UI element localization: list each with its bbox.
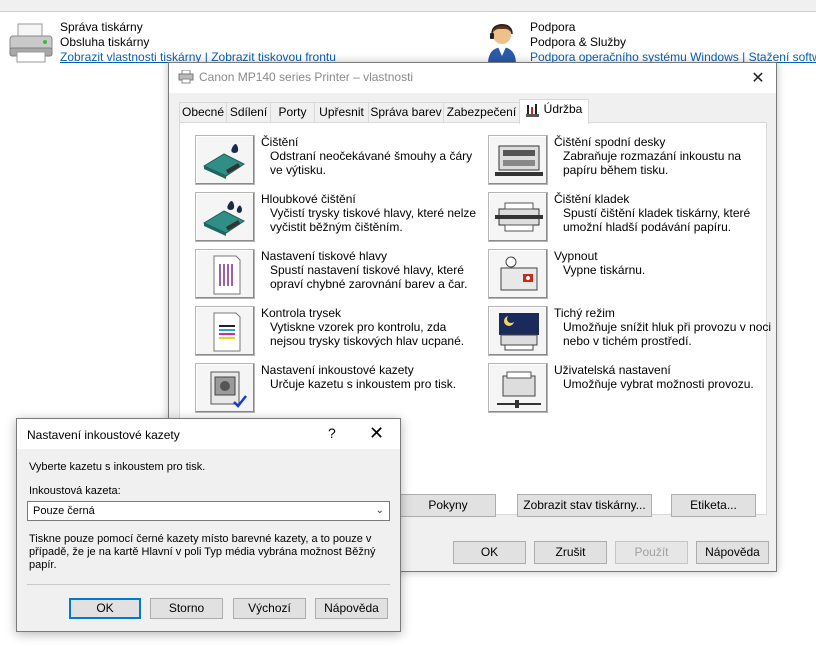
deep-cleaning-button[interactable]	[195, 192, 255, 242]
dialog-defaults-button[interactable]: Výchozí	[233, 598, 306, 619]
bottom-plate-cleaning-desc: Zabraňuje rozmazání inkoustu na papíru b…	[563, 149, 742, 177]
support-subtitle: Podpora & Služby	[530, 35, 627, 49]
window-title: Canon MP140 series Printer – vlastnosti	[199, 70, 414, 84]
dialog-divider	[27, 584, 390, 585]
custom-settings-button[interactable]	[488, 363, 548, 413]
view-printer-status-button[interactable]: Zobrazit stav tiskárny...	[517, 494, 652, 517]
dialog-note: Tiskne pouze pomocí černé kazety místo b…	[29, 533, 376, 571]
printer-management-section: Správa tiskárny Obsluha tiskárny Zobrazi…	[60, 20, 336, 65]
printer-small-icon	[178, 69, 194, 84]
quiet-mode-button[interactable]	[488, 306, 548, 356]
custom-settings-desc: Umožňuje vybrat možnosti provozu.	[563, 377, 754, 391]
help-button[interactable]: Nápověda	[696, 541, 769, 564]
printer-management-subtitle: Obsluha tiskárny	[60, 35, 150, 49]
bottom-plate-cleaning-button[interactable]	[488, 135, 548, 185]
print-head-alignment-title: Nastavení tiskové hlavy	[261, 249, 388, 263]
printer-management-title: Správa tiskárny	[60, 20, 143, 34]
instructions-button[interactable]: Pokyny	[400, 494, 496, 517]
power-off-desc: Vypne tiskárnu.	[563, 263, 646, 277]
support-person-icon	[484, 20, 520, 64]
close-icon[interactable]: ✕	[369, 423, 384, 444]
tab-advanced[interactable]: Upřesnit	[314, 102, 369, 123]
ink-cartridge-dialog: Nastavení inkoustové kazety ? ✕ Vyberte …	[16, 418, 401, 632]
cleaning-icon	[202, 144, 245, 179]
ink-cartridge-field-label: Inkoustová kazeta:	[29, 485, 121, 497]
maintenance-tab-icon	[525, 103, 540, 117]
help-icon[interactable]: ?	[328, 425, 336, 441]
nozzle-check-button[interactable]	[195, 306, 255, 356]
chevron-down-icon: ⌄	[375, 505, 384, 516]
quiet-mode-icon	[499, 313, 539, 351]
tab-sharing[interactable]: Sdílení	[226, 102, 271, 123]
ink-cartridge-button[interactable]	[195, 363, 255, 413]
bottom-plate-cleaning-title: Čištění spodní desky	[554, 135, 666, 149]
apply-button[interactable]: Použít	[615, 541, 688, 564]
window-titlebar[interactable]: Canon MP140 series Printer – vlastnosti …	[169, 63, 776, 93]
tab-maintenance[interactable]: Údržba	[519, 99, 589, 124]
close-icon[interactable]: ✕	[750, 68, 766, 88]
cleaning-button[interactable]	[195, 135, 255, 185]
nozzle-check-icon	[213, 312, 241, 352]
custom-settings-icon	[497, 371, 541, 408]
bottom-plate-cleaning-icon	[495, 145, 543, 176]
dialog-cancel-button[interactable]: Storno	[150, 598, 223, 619]
roller-cleaning-button[interactable]	[488, 192, 548, 242]
cleaning-desc: Odstraní neočekávané šmouhy a čáry ve vý…	[270, 149, 473, 177]
cleaning-title: Čištění	[261, 135, 299, 149]
power-off-title: Vypnout	[554, 249, 598, 263]
dialog-help-button[interactable]: Nápověda	[315, 598, 388, 619]
tab-maintenance-label: Údržba	[543, 102, 583, 116]
cancel-button[interactable]: Zrušit	[534, 541, 607, 564]
tab-ports[interactable]: Porty	[270, 102, 315, 123]
deep-cleaning-icon	[202, 201, 245, 236]
roller-cleaning-icon	[495, 202, 543, 232]
power-off-button[interactable]	[488, 249, 548, 299]
ink-cartridge-select[interactable]: Pouze černá ⌄	[27, 501, 390, 521]
power-off-icon	[500, 256, 538, 291]
support-title: Podpora	[530, 20, 576, 34]
tab-general[interactable]: Obecné	[179, 102, 227, 123]
nozzle-check-title: Kontrola trysek	[261, 306, 342, 320]
dialog-instruction: Vyberte kazetu s inkoustem pro tisk.	[29, 461, 206, 473]
top-strip	[0, 0, 816, 12]
roller-cleaning-title: Čištění kladek	[554, 192, 630, 206]
tab-color-management[interactable]: Správa barev	[368, 102, 444, 123]
deep-cleaning-desc: Vyčistí trysky tiskové hlavy, které nelz…	[270, 206, 477, 234]
print-head-alignment-desc: Spustí nastavení tiskové hlavy, které op…	[270, 263, 468, 291]
ok-button[interactable]: OK	[453, 541, 526, 564]
print-head-alignment-icon	[213, 255, 241, 295]
nozzle-check-desc: Vytiskne vzorek pro kontrolu, zda nejsou…	[270, 320, 465, 348]
ink-cartridge-icon	[210, 371, 247, 408]
dialog-titlebar[interactable]: Nastavení inkoustové kazety ? ✕	[17, 419, 400, 449]
tab-security[interactable]: Zabezpečení	[443, 102, 520, 123]
ink-cartridge-selected-value: Pouze černá	[33, 505, 95, 517]
dialog-ok-button[interactable]: OK	[69, 598, 141, 619]
deep-cleaning-title: Hloubkové čištění	[261, 192, 356, 206]
quiet-mode-title: Tichý režim	[554, 306, 615, 320]
ink-cartridge-desc: Určuje kazetu s inkoustem pro tisk.	[270, 377, 457, 391]
support-section: Podpora Podpora & Služby Podpora operačn…	[530, 20, 816, 65]
printer-icon	[8, 22, 54, 64]
dialog-title: Nastavení inkoustové kazety	[27, 428, 180, 442]
print-head-alignment-button[interactable]	[195, 249, 255, 299]
label-button[interactable]: Etiketa...	[671, 494, 756, 517]
quiet-mode-desc: Umožňuje snížit hluk při provozu v noci …	[563, 320, 772, 348]
ink-cartridge-title: Nastavení inkoustové kazety	[261, 363, 414, 377]
custom-settings-title: Uživatelská nastavení	[554, 363, 671, 377]
roller-cleaning-desc: Spustí čištění kladek tiskárny, které um…	[563, 206, 751, 234]
